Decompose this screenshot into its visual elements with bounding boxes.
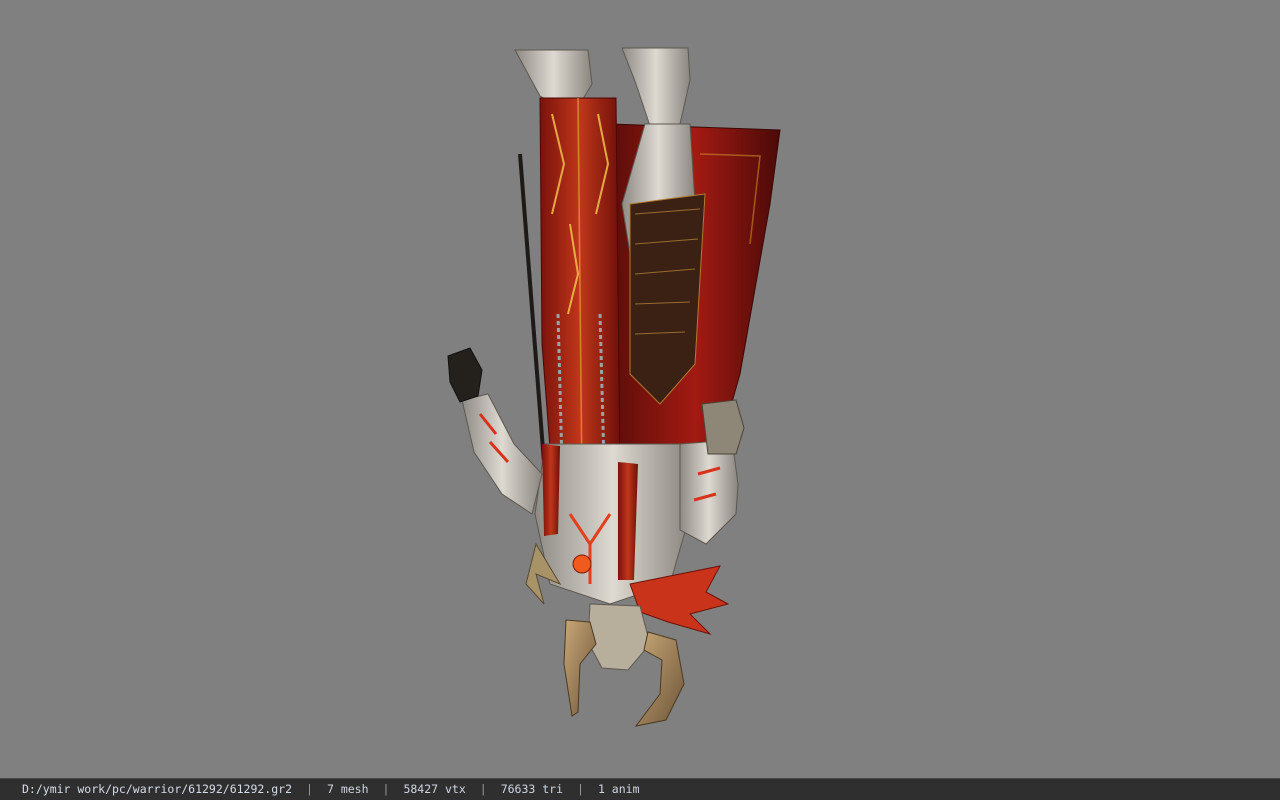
status-bar: D:/ymir work/pc/warrior/61292/61292.gr2 |… xyxy=(0,778,1280,800)
left-horn xyxy=(563,619,597,717)
file-path-label: D:/ymir work/pc/warrior/61292/61292.gr2 xyxy=(22,782,293,796)
right-arm xyxy=(679,439,739,545)
anim-count-label: 1 anim xyxy=(597,782,640,796)
warrior-model-preview[interactable] xyxy=(440,44,790,734)
mesh-count-label: 7 mesh xyxy=(326,782,369,796)
3d-viewport[interactable] xyxy=(0,0,1280,778)
triangle-count-label: 76633 tri xyxy=(500,782,564,796)
separator: | xyxy=(577,782,584,796)
separator: | xyxy=(306,782,313,796)
separator: | xyxy=(382,782,390,796)
right-leg xyxy=(621,47,691,127)
separator: | xyxy=(479,782,487,796)
left-gauntlet xyxy=(447,347,483,403)
vertex-count-label: 58427 vtx xyxy=(403,782,466,796)
helmet xyxy=(587,603,651,671)
right-gauntlet xyxy=(701,399,745,455)
